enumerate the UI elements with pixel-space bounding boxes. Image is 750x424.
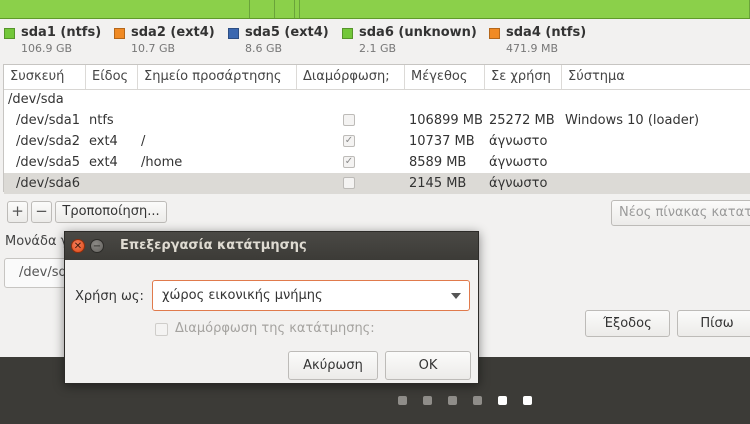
format-checkbox	[343, 114, 355, 126]
format-checkbox: ✓	[343, 156, 355, 168]
column-header[interactable]: Συσκευή	[4, 65, 86, 89]
format-partition-checkbox[interactable]	[155, 323, 168, 336]
close-icon[interactable]: ✕	[71, 239, 85, 253]
partition-bar-segment	[0, 0, 250, 18]
column-header[interactable]: Σημείο προσάρτησης	[138, 65, 297, 89]
legend-name: sda6 (unknown)	[359, 25, 477, 40]
legend-name: sda2 (ext4)	[131, 25, 215, 40]
table-cell-mount: /home	[141, 155, 183, 170]
format-checkbox: ✓	[343, 135, 355, 147]
column-header[interactable]: Μέγεθος	[405, 65, 485, 89]
table-cell-size: 106899 MB	[409, 113, 483, 128]
partition-legend: sda1 (ntfs) 106.9 GB sda2 (ext4) 10.7 GB sda…	[0, 24, 750, 62]
legend-swatch	[342, 28, 353, 39]
table-cell-device: /dev/sda2	[16, 134, 80, 149]
column-header[interactable]: Είδος	[86, 65, 138, 89]
table-cell-used: άγνωστο	[489, 134, 548, 149]
table-cell-size: 2145 MB	[409, 176, 467, 191]
ok-button[interactable]: OK	[385, 351, 471, 380]
table-cell-system: Windows 10 (loader)	[565, 113, 700, 128]
partition-bar-segment	[300, 0, 750, 18]
column-header[interactable]: Διαμόρφωση;	[297, 65, 405, 89]
table-cell-device: /dev/sda6	[16, 176, 80, 191]
table-cell-device: /dev/sda1	[16, 113, 80, 128]
legend-name: sda5 (ext4)	[245, 25, 329, 40]
column-header[interactable]: Σε χρήση	[485, 65, 562, 89]
partition-table[interactable]: Συσκευή Είδος Σημείο προσάρτησης Διαμόρφωση…	[3, 64, 750, 194]
dropdown-arrow-icon	[451, 293, 461, 299]
progress-dot	[448, 396, 457, 405]
dialog-title: Επεξεργασία κατάτμησης	[120, 238, 307, 253]
legend-name: sda4 (ntfs)	[506, 25, 587, 40]
table-cell-used: άγνωστο	[489, 155, 548, 170]
format-checkbox	[343, 177, 355, 189]
legend-size: 10.7 GB	[131, 42, 176, 55]
partition-bar-segment	[250, 0, 275, 18]
table-header: Συσκευή Είδος Σημείο προσάρτησης Διαμόρφωση…	[4, 65, 750, 90]
cancel-button[interactable]: Ακύρωση	[288, 351, 378, 380]
progress-dot	[473, 396, 482, 405]
table-row[interactable]: /dev/sda5 ext4/home ✓ 8589 MB άγνωστο	[4, 152, 750, 173]
legend-size: 8.6 GB	[245, 42, 283, 55]
legend-size: 471.9 MB	[506, 42, 559, 55]
new-partition-table-button[interactable]: Νέος πίνακας κατατμήσεων...	[611, 200, 750, 226]
legend-name: sda1 (ntfs)	[21, 25, 102, 40]
legend-swatch	[114, 28, 125, 39]
table-cell-type: ext4	[89, 155, 118, 170]
remove-partition-button[interactable]: −	[31, 201, 52, 223]
partition-bar	[0, 0, 750, 19]
table-row[interactable]: /dev/sda1 ntfs 106899 MB 25272 MB Windows 10…	[4, 110, 750, 131]
table-cell-device: /dev/sda5	[16, 155, 80, 170]
progress-dot	[423, 396, 432, 405]
progress-dot	[498, 396, 507, 405]
dialog-titlebar: ✕ − Επεξεργασία κατάτμησης	[65, 232, 478, 260]
table-row[interactable]: /dev/sda	[4, 89, 750, 110]
table-cell-used: 25272 MB	[489, 113, 555, 128]
table-cell-type: ext4	[89, 134, 118, 149]
table-cell-type: ntfs	[89, 113, 114, 128]
table-row[interactable]: /dev/sda6 2145 MB άγνωστο	[4, 173, 750, 194]
legend-swatch	[489, 28, 500, 39]
table-cell-mount: /	[141, 134, 146, 149]
progress-dot	[523, 396, 532, 405]
progress-dot	[398, 396, 407, 405]
partition-bar-segment	[275, 0, 295, 18]
column-header[interactable]: Σύστημα	[562, 65, 750, 89]
quit-button[interactable]: Έξοδος	[585, 310, 670, 337]
table-cell-device: /dev/sda	[8, 92, 64, 107]
back-button[interactable]: Πίσω	[677, 310, 750, 337]
legend-swatch	[228, 28, 239, 39]
table-cell-used: άγνωστο	[489, 176, 548, 191]
table-cell-size: 8589 MB	[409, 155, 467, 170]
add-partition-button[interactable]: +	[7, 201, 28, 223]
legend-size: 106.9 GB	[21, 42, 73, 55]
legend-size: 2.1 GB	[359, 42, 397, 55]
legend-swatch	[4, 28, 15, 39]
minimize-icon[interactable]: −	[90, 239, 104, 253]
use-as-select[interactable]: χώρος εικονικής μνήμης	[152, 280, 470, 311]
format-partition-label: Διαμόρφωση της κατάτμησης:	[175, 321, 375, 336]
use-as-label: Χρήση ως:	[75, 289, 144, 304]
table-row[interactable]: /dev/sda2 ext4 / ✓ 10737 MB άγνωστο	[4, 131, 750, 152]
change-partition-button[interactable]: Τροποποίηση...	[55, 201, 167, 223]
table-cell-size: 10737 MB	[409, 134, 475, 149]
edit-partition-dialog: ✕ − Επεξεργασία κατάτμησης Χρήση ως: χώρ…	[64, 231, 479, 384]
use-as-value: χώρος εικονικής μνήμης	[162, 288, 323, 303]
